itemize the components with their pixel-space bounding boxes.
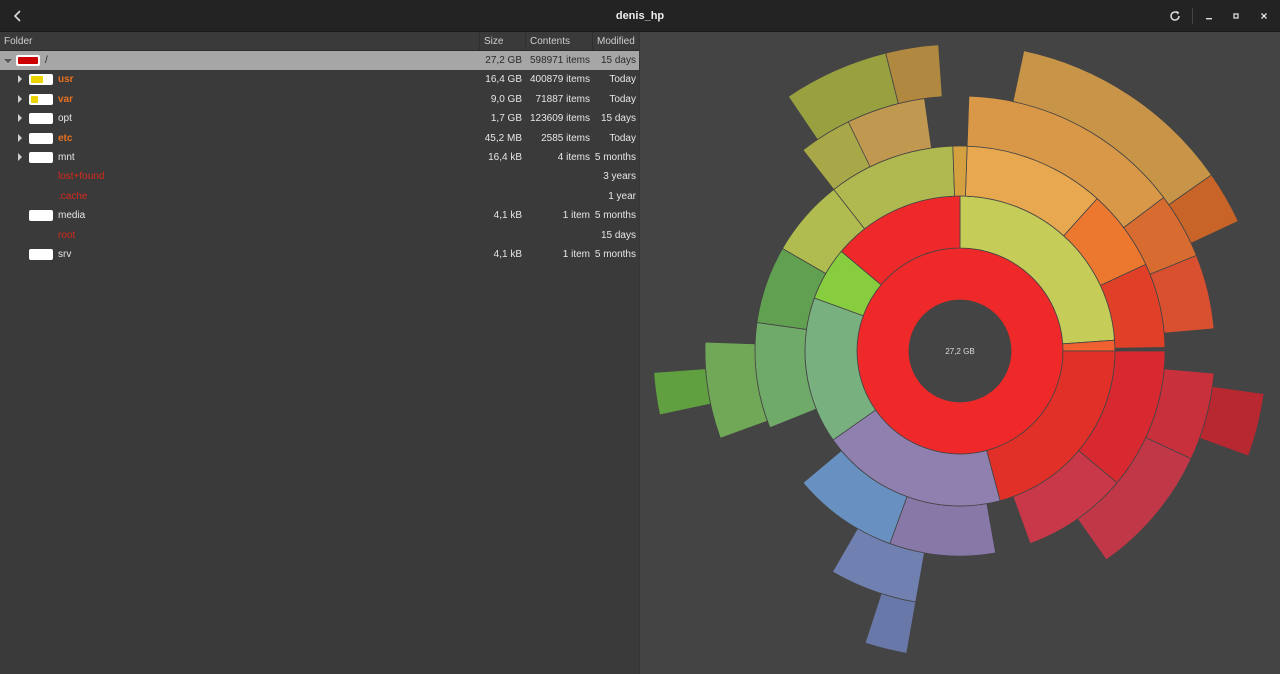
close-icon: [1261, 13, 1267, 19]
window-title: denis_hp: [615, 10, 665, 22]
folder-name: opt: [58, 113, 72, 125]
folder-modified: Today: [609, 93, 636, 105]
usage-bar: [16, 55, 40, 66]
folder-row[interactable]: opt 1,7 GB 123609 items 15 days: [0, 109, 639, 128]
folder-row[interactable]: media 4,1 kB 1 item 5 months: [0, 206, 639, 225]
folder-modified: 5 months: [594, 210, 636, 222]
chart-segment[interactable]: [864, 593, 917, 654]
header-bar: denis_hp: [0, 0, 1280, 32]
maximize-icon: [1233, 13, 1239, 19]
expander-closed-icon[interactable]: [18, 94, 22, 103]
usage-bar-fill: [31, 95, 38, 103]
folder-row[interactable]: usr 16,4 GB 400879 items Today: [0, 70, 639, 89]
minimize-icon: [1206, 18, 1212, 20]
folder-contents: 1 item: [562, 249, 590, 260]
close-button[interactable]: [1252, 4, 1276, 28]
folder-contents: 1 item: [562, 210, 590, 222]
reload-icon: [1170, 11, 1180, 21]
usage-bar: [29, 249, 53, 260]
folder-modified: 5 months: [594, 249, 636, 260]
folder-row[interactable]: / 27,2 GB 598971 items 15 days: [0, 51, 639, 70]
folder-contents: 4 items: [557, 152, 590, 163]
folder-row[interactable]: etc 45,2 MB 2585 items Today: [0, 129, 639, 148]
folder-modified: 15 days: [600, 229, 636, 241]
folder-size: 16,4 GB: [485, 74, 522, 86]
folder-size: 4,1 kB: [493, 249, 522, 260]
folder-modified: 5 months: [594, 152, 636, 163]
folder-contents: 71887 items: [535, 93, 590, 105]
folder-modified: 3 years: [603, 171, 636, 183]
folder-modified: 15 days: [600, 113, 636, 125]
usage-bar: [29, 152, 53, 163]
folder-modified: Today: [609, 132, 636, 144]
column-contents[interactable]: Contents: [526, 32, 593, 51]
column-folder[interactable]: Folder: [0, 32, 480, 51]
folder-name: /: [45, 55, 48, 66]
folder-size: [480, 187, 522, 206]
column-header: Folder Size Contents Modified: [0, 32, 639, 51]
folder-name: srv: [58, 249, 72, 260]
folder-row[interactable]: srv 4,1 kB 1 item 5 months: [0, 245, 639, 264]
folder-name: mnt: [58, 152, 75, 163]
folder-name: root: [58, 229, 76, 241]
folder-row[interactable]: lost+found 3 years: [0, 167, 639, 186]
expander-closed-icon[interactable]: [18, 75, 22, 84]
maximize-button[interactable]: [1224, 4, 1248, 28]
folder-name: .cache: [58, 190, 88, 202]
chart-segment[interactable]: [952, 145, 968, 197]
header-separator: [1192, 8, 1193, 24]
folder-modified: Today: [609, 74, 636, 86]
folder-size: 4,1 kB: [493, 210, 522, 222]
folder-modified: 15 days: [600, 55, 636, 66]
expander-closed-icon[interactable]: [18, 133, 22, 142]
folder-name: usr: [58, 74, 74, 86]
usage-bar-fill: [31, 76, 43, 84]
folder-size: [480, 167, 522, 186]
folder-name: etc: [58, 132, 73, 144]
usage-bar: [29, 210, 53, 222]
sunburst-svg[interactable]: 27,2 GB: [640, 32, 1280, 674]
folder-contents: 2585 items: [541, 132, 590, 144]
folder-row[interactable]: mnt 16,4 kB 4 items 5 months: [0, 148, 639, 167]
folder-contents: [526, 187, 590, 206]
reload-button[interactable]: [1163, 4, 1187, 28]
folder-row[interactable]: var 9,0 GB 71887 items Today: [0, 90, 639, 109]
folder-contents: 123609 items: [529, 113, 590, 125]
usage-bar: [29, 74, 53, 86]
usage-bar: [29, 113, 53, 125]
chart-segment[interactable]: [653, 368, 712, 416]
usage-bar: [29, 132, 53, 144]
folder-row[interactable]: root 15 days: [0, 226, 639, 245]
usage-bar: [29, 93, 53, 105]
folder-row[interactable]: .cache 1 year: [0, 187, 639, 206]
back-button[interactable]: [6, 4, 30, 28]
chart-segment[interactable]: [889, 496, 997, 557]
folder-modified: 1 year: [608, 190, 636, 202]
chevron-left-icon: [13, 10, 21, 22]
expander-open-icon[interactable]: [4, 59, 12, 63]
expander-closed-icon[interactable]: [18, 153, 22, 161]
expander-closed-icon[interactable]: [18, 114, 22, 123]
folder-name: lost+found: [58, 171, 105, 183]
column-size[interactable]: Size: [480, 32, 526, 51]
folder-size: 16,4 kB: [488, 152, 522, 163]
folder-size: 27,2 GB: [485, 55, 522, 66]
folder-contents: 400879 items: [529, 74, 590, 86]
folder-tree: Folder Size Contents Modified / 27,2 GB 59…: [0, 32, 639, 674]
usage-bar-fill: [18, 57, 38, 64]
folder-size: 1,7 GB: [490, 113, 522, 125]
folder-size: [480, 226, 522, 245]
folder-name: media: [58, 210, 86, 222]
folder-size: 45,2 MB: [484, 132, 522, 144]
folder-contents: 598971 items: [529, 55, 590, 66]
folder-name: var: [58, 93, 74, 105]
minimize-button[interactable]: [1197, 4, 1221, 28]
folder-contents: [526, 226, 590, 245]
chart-center-label: 27,2 GB: [945, 347, 974, 356]
folder-size: 9,0 GB: [490, 93, 522, 105]
column-modified[interactable]: Modified: [593, 32, 639, 51]
folder-contents: [526, 167, 590, 186]
ring-chart[interactable]: 27,2 GB: [640, 32, 1280, 674]
